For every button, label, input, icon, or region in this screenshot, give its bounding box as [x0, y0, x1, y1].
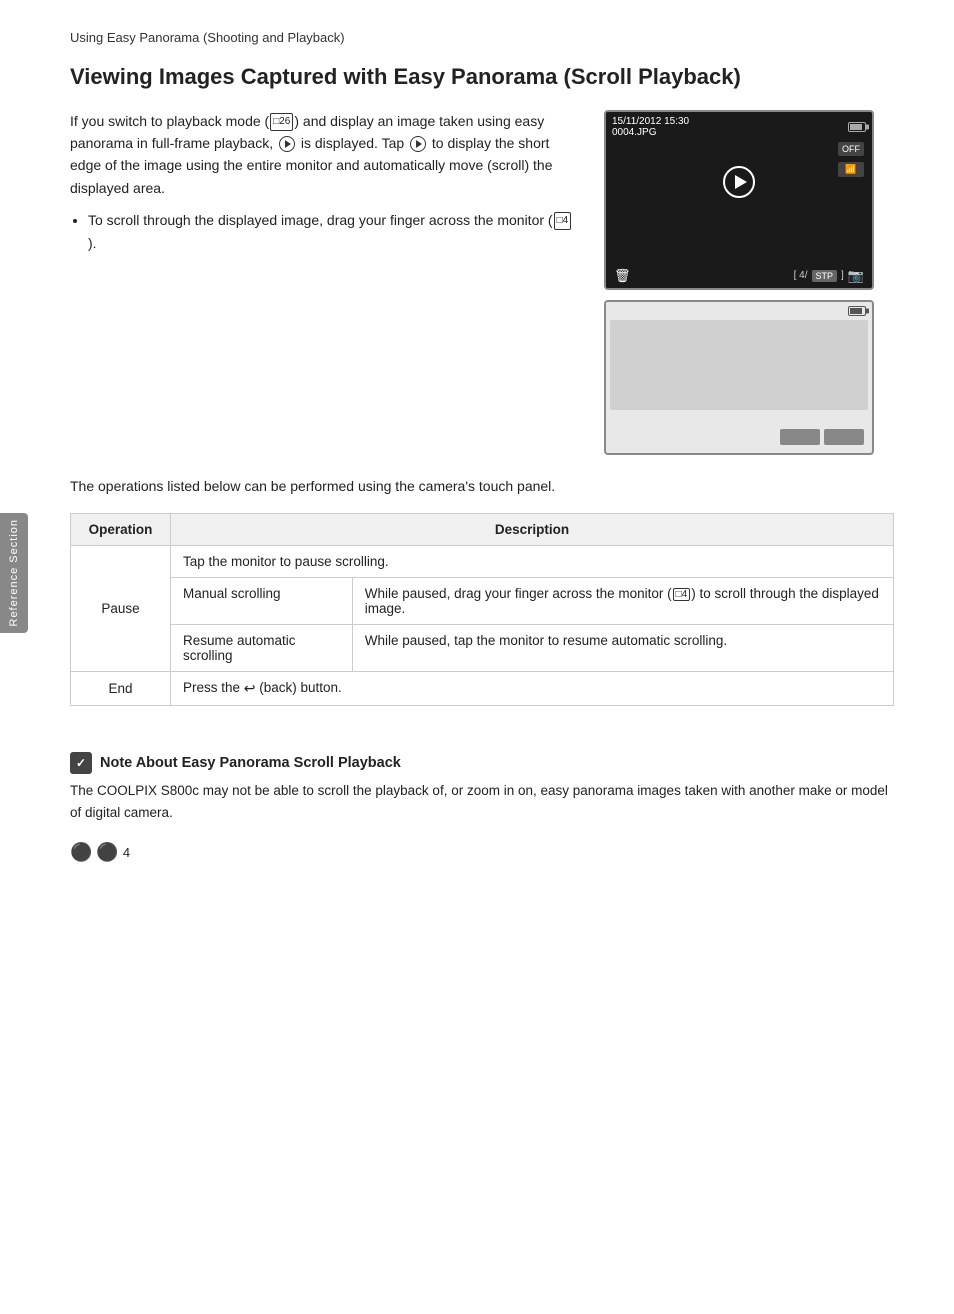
bullet-list: To scroll through the displayed image, d… — [88, 209, 574, 254]
reference-label: Reference Section — [8, 519, 20, 627]
cam1-delete-icon: 🗑 — [614, 268, 631, 284]
reference-sidebar: Reference Section — [0, 513, 28, 633]
cam1-datetime: 15/11/2012 15:30 0004.JPG — [612, 116, 689, 138]
operations-note: The operations listed below can be perfo… — [70, 475, 894, 497]
cam1-right-icons: OFF 📶 — [838, 142, 864, 177]
cam1-play-button — [723, 166, 755, 198]
cam2-strip-2 — [824, 429, 864, 445]
page-footer: ⚫ ⚫ 4 — [70, 842, 130, 863]
cam1-middle: OFF 📶 — [606, 142, 872, 222]
col-operation: Operation — [71, 513, 171, 545]
note-title-row: ✓ Note About Easy Panorama Scroll Playba… — [70, 752, 894, 774]
resume-desc: While paused, tap the monitor to resume … — [352, 624, 893, 671]
play-icon-inline2 — [410, 136, 426, 152]
manual-label: Manual scrolling — [171, 577, 353, 624]
end-desc: Press the ↩ (back) button. — [171, 671, 894, 705]
note-icon: ✓ — [70, 752, 92, 774]
cam1-battery-icon — [848, 122, 866, 132]
cam1-camera-icon: 📷 — [848, 268, 864, 284]
cam1-top-bar: 15/11/2012 15:30 0004.JPG — [606, 112, 872, 142]
cam1-bracket-close: ] — [841, 270, 844, 281]
ref-4-manual: □4 — [673, 588, 691, 601]
resume-label: Resume automatic scrolling — [171, 624, 353, 671]
cam1-page-indicator: [ 4/ — [794, 270, 808, 281]
cam1-off-icon: OFF — [838, 142, 864, 156]
col-description: Description — [171, 513, 894, 545]
intro-text: If you switch to playback mode (□26) and… — [70, 110, 574, 455]
table-row-resume: Resume automatic scrolling While paused,… — [71, 624, 894, 671]
bullet-dot-1: ⚫ — [70, 842, 92, 863]
ref-4-inline: □4 — [554, 212, 572, 230]
cam1-bottom-bar: 🗑 [ 4/ STP ] 📷 — [606, 264, 872, 288]
play-icon-inline — [279, 136, 295, 152]
cam1-mode-box: STP — [812, 270, 838, 282]
cam2-bottom-strip — [780, 429, 864, 445]
manual-desc: While paused, drag your finger across th… — [352, 577, 893, 624]
play-triangle-icon — [735, 175, 747, 189]
operations-table: Operation Description Pause Tap the moni… — [70, 513, 894, 706]
cam1-wifi-icon: 📶 — [838, 162, 864, 177]
page-title: Viewing Images Captured with Easy Panora… — [70, 63, 894, 92]
pause-operation-cell: Pause — [71, 545, 171, 671]
back-icon: ↩ — [244, 680, 256, 697]
cam1-bottom-right: [ 4/ STP ] 📷 — [794, 268, 864, 284]
end-operation-cell: End — [71, 671, 171, 705]
ref-26: □26 — [270, 113, 293, 131]
page-number: 4 — [123, 845, 130, 860]
pause-tap-desc: Tap the monitor to pause scrolling. — [171, 545, 894, 577]
camera-screen-1: 15/11/2012 15:30 0004.JPG OFF 📶 — [604, 110, 874, 290]
note-body: The COOLPIX S800c may not be able to scr… — [70, 780, 894, 823]
cam2-top-bar — [606, 302, 872, 320]
table-row-end: End Press the ↩ (back) button. — [71, 671, 894, 705]
table-row-manual: Manual scrolling While paused, drag your… — [71, 577, 894, 624]
camera-screen-2 — [604, 300, 874, 455]
table-row-pause-tap: Pause Tap the monitor to pause scrolling… — [71, 545, 894, 577]
cam2-panorama-area — [610, 320, 868, 410]
breadcrumb: Using Easy Panorama (Shooting and Playba… — [70, 30, 894, 45]
note-title: Note About Easy Panorama Scroll Playback — [100, 755, 401, 771]
bullet-item-1: To scroll through the displayed image, d… — [88, 209, 574, 254]
cam2-strip-1 — [780, 429, 820, 445]
intro-paragraph: If you switch to playback mode (□26) and… — [70, 110, 574, 200]
image-column: 15/11/2012 15:30 0004.JPG OFF 📶 — [604, 110, 894, 455]
note-section: ✓ Note About Easy Panorama Scroll Playba… — [70, 736, 894, 823]
bullet-dot-2: ⚫ — [96, 842, 118, 863]
cam2-battery-icon — [848, 306, 866, 316]
